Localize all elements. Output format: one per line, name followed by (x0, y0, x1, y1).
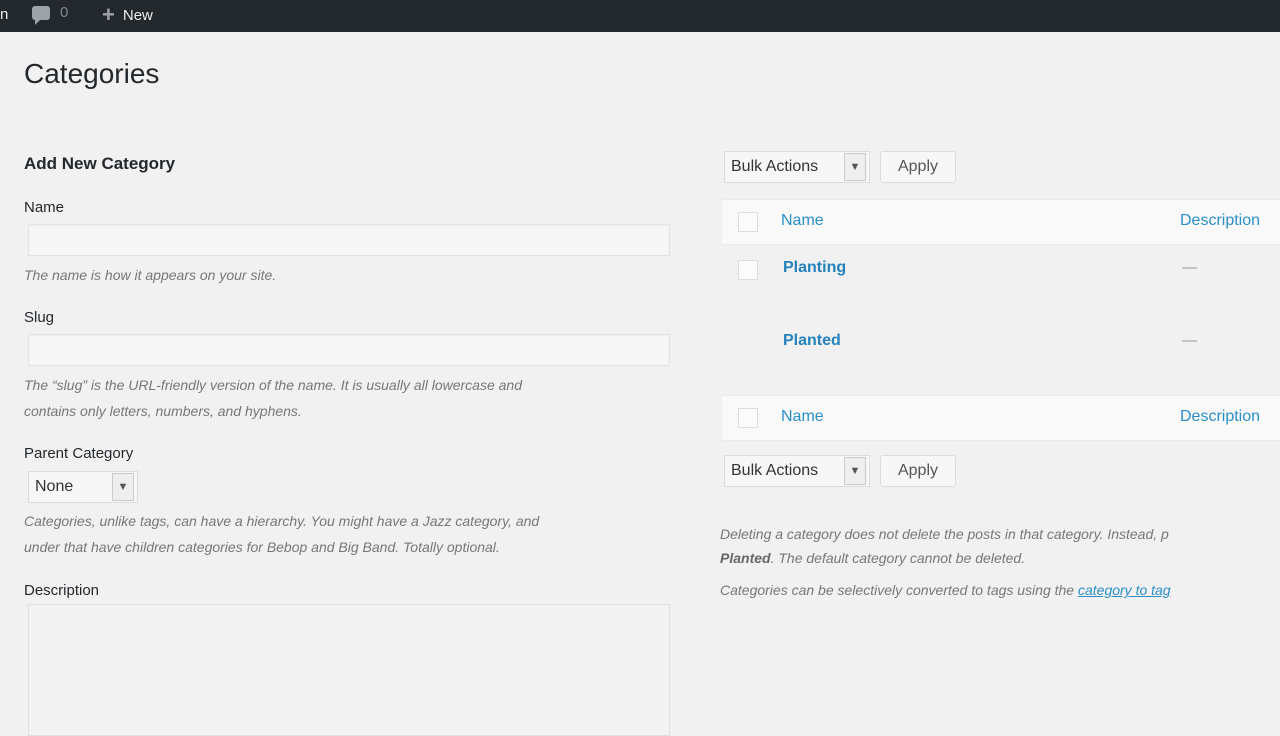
parent-category-label: Parent Category (24, 445, 134, 462)
plus-icon: + (102, 2, 115, 27)
table-footer-row: Name Description (722, 395, 1280, 441)
bulk-actions-value-top: Bulk Actions (731, 158, 819, 175)
admin-bar: n 0 + New (0, 0, 1280, 32)
chevron-down-icon: ▼ (844, 457, 866, 485)
new-label: New (122, 6, 153, 24)
admin-bar-edge-text[interactable]: n (0, 6, 8, 23)
table-header-row: Name Description (722, 199, 1280, 245)
convert-note-text: Categories can be selectively converted … (720, 582, 1078, 598)
parent-help-line-2: under that have children categories for … (24, 539, 500, 555)
parent-category-select[interactable]: None ▼ (28, 471, 138, 503)
apply-button-bottom[interactable]: Apply (880, 455, 956, 487)
slug-help-line-1: The “slug” is the URL-friendly version o… (24, 377, 522, 393)
comments-count: 0 (60, 4, 69, 21)
apply-button-top[interactable]: Apply (880, 151, 956, 183)
column-header-name[interactable]: Name (781, 212, 824, 230)
select-all-checkbox-bottom[interactable] (738, 408, 758, 428)
delete-note-rest: . The default category cannot be deleted… (770, 550, 1026, 566)
row-checkbox-planting[interactable] (738, 260, 758, 280)
new-content-button[interactable]: + New (102, 4, 153, 26)
convert-note: Categories can be selectively converted … (720, 582, 1171, 598)
chevron-down-icon: ▼ (844, 153, 866, 181)
name-input[interactable] (28, 224, 670, 256)
slug-label: Slug (24, 309, 55, 326)
page-title: Categories (24, 58, 160, 89)
category-to-tag-link[interactable]: category to tag (1078, 582, 1171, 598)
name-help-text: The name is how it appears on your site. (24, 267, 277, 283)
chevron-down-icon: ▼ (112, 473, 134, 501)
row-name-planting[interactable]: Planting (783, 259, 846, 277)
bulk-actions-select-bottom[interactable]: Bulk Actions ▼ (724, 455, 870, 487)
column-header-description[interactable]: Description (1180, 212, 1260, 230)
row-description-planting: — (1182, 259, 1197, 276)
parent-help-line-1: Categories, unlike tags, can have a hier… (24, 513, 540, 529)
description-label: Description (24, 582, 100, 599)
delete-note-line-2: Planted. The default category cannot be … (720, 550, 1025, 566)
delete-note-line-1: Deleting a category does not delete the … (720, 526, 1169, 542)
select-all-checkbox-top[interactable] (738, 212, 758, 232)
parent-category-value: None (35, 478, 74, 495)
comment-icon (32, 5, 50, 25)
add-new-category-heading: Add New Category (24, 154, 176, 173)
row-description-planted: — (1182, 332, 1197, 349)
slug-input[interactable] (28, 334, 670, 366)
comments-link[interactable]: 0 (32, 4, 69, 25)
row-name-planted[interactable]: Planted (783, 332, 841, 350)
slug-help-line-2: contains only letters, numbers, and hyph… (24, 403, 302, 419)
description-textarea[interactable] (28, 604, 670, 736)
slug-help-text: The “slug” is the URL-friendly version o… (24, 372, 684, 424)
default-category-name: Planted (720, 550, 771, 566)
column-footer-name[interactable]: Name (781, 408, 824, 426)
column-footer-description[interactable]: Description (1180, 408, 1260, 426)
name-label: Name (24, 199, 65, 216)
parent-help-text: Categories, unlike tags, can have a hier… (24, 508, 684, 560)
bulk-actions-select-top[interactable]: Bulk Actions ▼ (724, 151, 870, 183)
bulk-actions-value-bottom: Bulk Actions (731, 462, 819, 479)
